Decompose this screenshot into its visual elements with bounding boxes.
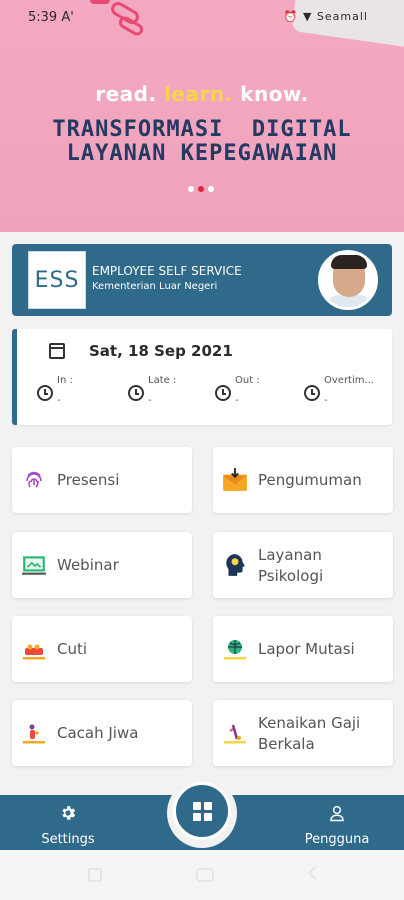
- menu-cuti-label: Cuti: [57, 640, 88, 658]
- fingerprint-icon: [26, 471, 42, 488]
- attendance-overtime-label: Overtim...: [324, 375, 375, 386]
- status-time-value: 5:39: [28, 10, 58, 25]
- home-icon[interactable]: [196, 868, 214, 882]
- attendance-out-label: Out :: [235, 375, 260, 386]
- status-time-suffix: A': [61, 10, 74, 25]
- menu-layanan-psikologi-label-line1: Layanan: [258, 546, 322, 564]
- clock-icon: [215, 385, 231, 401]
- menu-webinar-label: Webinar: [57, 556, 119, 574]
- salary-icon: [224, 724, 246, 744]
- nav-settings[interactable]: Settings: [23, 804, 113, 847]
- webinar-icon: [22, 556, 46, 575]
- banner-headline: TRANSFORMASI DIGITAL LAYANAN KEPEGAWAIAN: [0, 118, 404, 166]
- status-time: 5:39 A': [28, 10, 74, 25]
- attendance-in-value: -: [57, 395, 61, 406]
- head-brain-icon: [226, 554, 245, 576]
- clock-icon: [304, 385, 320, 401]
- avatar-hair: [331, 255, 367, 269]
- family-icon: [23, 724, 45, 744]
- attendance-card[interactable]: Sat, 18 Sep 2021 In : - Late : - Out : -…: [12, 329, 392, 425]
- attendance-date: Sat, 18 Sep 2021: [89, 342, 233, 360]
- menu-cacah-jiwa-label: Cacah Jiwa: [57, 724, 139, 742]
- attendance-late-value: -: [148, 395, 152, 406]
- menu-pengumuman-label: Pengumuman: [258, 471, 362, 489]
- clock-icon: [128, 385, 144, 401]
- user-icon: [330, 805, 344, 822]
- ess-profile-card[interactable]: ESS EMPLOYEE SELF SERVICE Kementerian Lu…: [12, 244, 392, 316]
- system-nav-bar: [0, 850, 404, 900]
- avatar-shirt: [325, 295, 373, 307]
- attendance-overtime-value: -: [324, 395, 328, 406]
- status-icons: ⏰ ▼ Seamall: [283, 10, 368, 23]
- menu-lapor-mutasi-label: Lapor Mutasi: [258, 640, 355, 658]
- menu-layanan-psikologi-label-line2: Psikologi: [258, 567, 324, 585]
- hero-banner[interactable]: read. learn. know. TRANSFORMASI DIGITAL …: [0, 0, 404, 232]
- attendance-in-label: In :: [57, 375, 73, 386]
- tagline-know: know.: [240, 82, 309, 106]
- menu-layanan-psikologi[interactable]: Layanan Psikologi: [213, 532, 393, 598]
- nav-pengguna-label: Pengguna: [304, 832, 370, 847]
- ess-subtitle: Kementerian Luar Negeri: [92, 281, 218, 292]
- menu-kenaikan-gaji[interactable]: Kenaikan Gaji Berkala: [213, 700, 393, 766]
- ess-logo: ESS: [28, 251, 86, 309]
- banner-tagline: read. learn. know.: [0, 82, 404, 106]
- calendar-icon: [49, 343, 65, 359]
- nav-pengguna[interactable]: Pengguna: [292, 804, 382, 847]
- attendance-out-value: -: [235, 395, 239, 406]
- carousel-dot-active[interactable]: [198, 186, 204, 192]
- carousel-dot[interactable]: [188, 186, 194, 192]
- menu-presensi[interactable]: Presensi: [12, 447, 192, 513]
- home-grid-button[interactable]: [173, 782, 231, 840]
- avatar[interactable]: [318, 250, 378, 310]
- menu-presensi-label: Presensi: [57, 471, 120, 489]
- carousel-indicator: [188, 186, 214, 192]
- menu-kenaikan-gaji-label-line2: Berkala: [258, 735, 315, 753]
- tagline-read: read.: [95, 82, 157, 106]
- clock-icon: [37, 385, 53, 401]
- gear-icon: [62, 806, 76, 820]
- mail-download-icon: [223, 468, 247, 491]
- leave-icon: [23, 644, 45, 660]
- menu-lapor-mutasi[interactable]: Lapor Mutasi: [213, 616, 393, 682]
- menu-kenaikan-gaji-label-line1: Kenaikan Gaji: [258, 714, 361, 732]
- menu-layanan-psikologi-label: Layanan Psikologi: [258, 545, 323, 587]
- carousel-dot[interactable]: [208, 186, 214, 192]
- tagline-learn: learn.: [164, 82, 233, 106]
- ess-title: EMPLOYEE SELF SERVICE: [92, 264, 242, 278]
- headline-line-2: LAYANAN KEPEGAWAIAN: [66, 141, 338, 166]
- attendance-late-label: Late :: [148, 375, 177, 386]
- back-icon[interactable]: [307, 865, 323, 881]
- menu-cuti[interactable]: Cuti: [12, 616, 192, 682]
- nav-settings-label: Settings: [41, 832, 95, 847]
- menu-webinar[interactable]: Webinar: [12, 532, 192, 598]
- recents-icon[interactable]: [88, 868, 102, 882]
- headline-line-1: TRANSFORMASI DIGITAL: [52, 117, 352, 142]
- status-bar: 5:39 A' ⏰ ▼ Seamall: [0, 0, 404, 34]
- globe-transfer-icon: [224, 640, 246, 660]
- menu-pengumuman[interactable]: Pengumuman: [213, 447, 393, 513]
- menu-cacah-jiwa[interactable]: Cacah Jiwa: [12, 700, 192, 766]
- menu-kenaikan-gaji-label: Kenaikan Gaji Berkala: [258, 713, 360, 755]
- grid-icon: [192, 801, 212, 821]
